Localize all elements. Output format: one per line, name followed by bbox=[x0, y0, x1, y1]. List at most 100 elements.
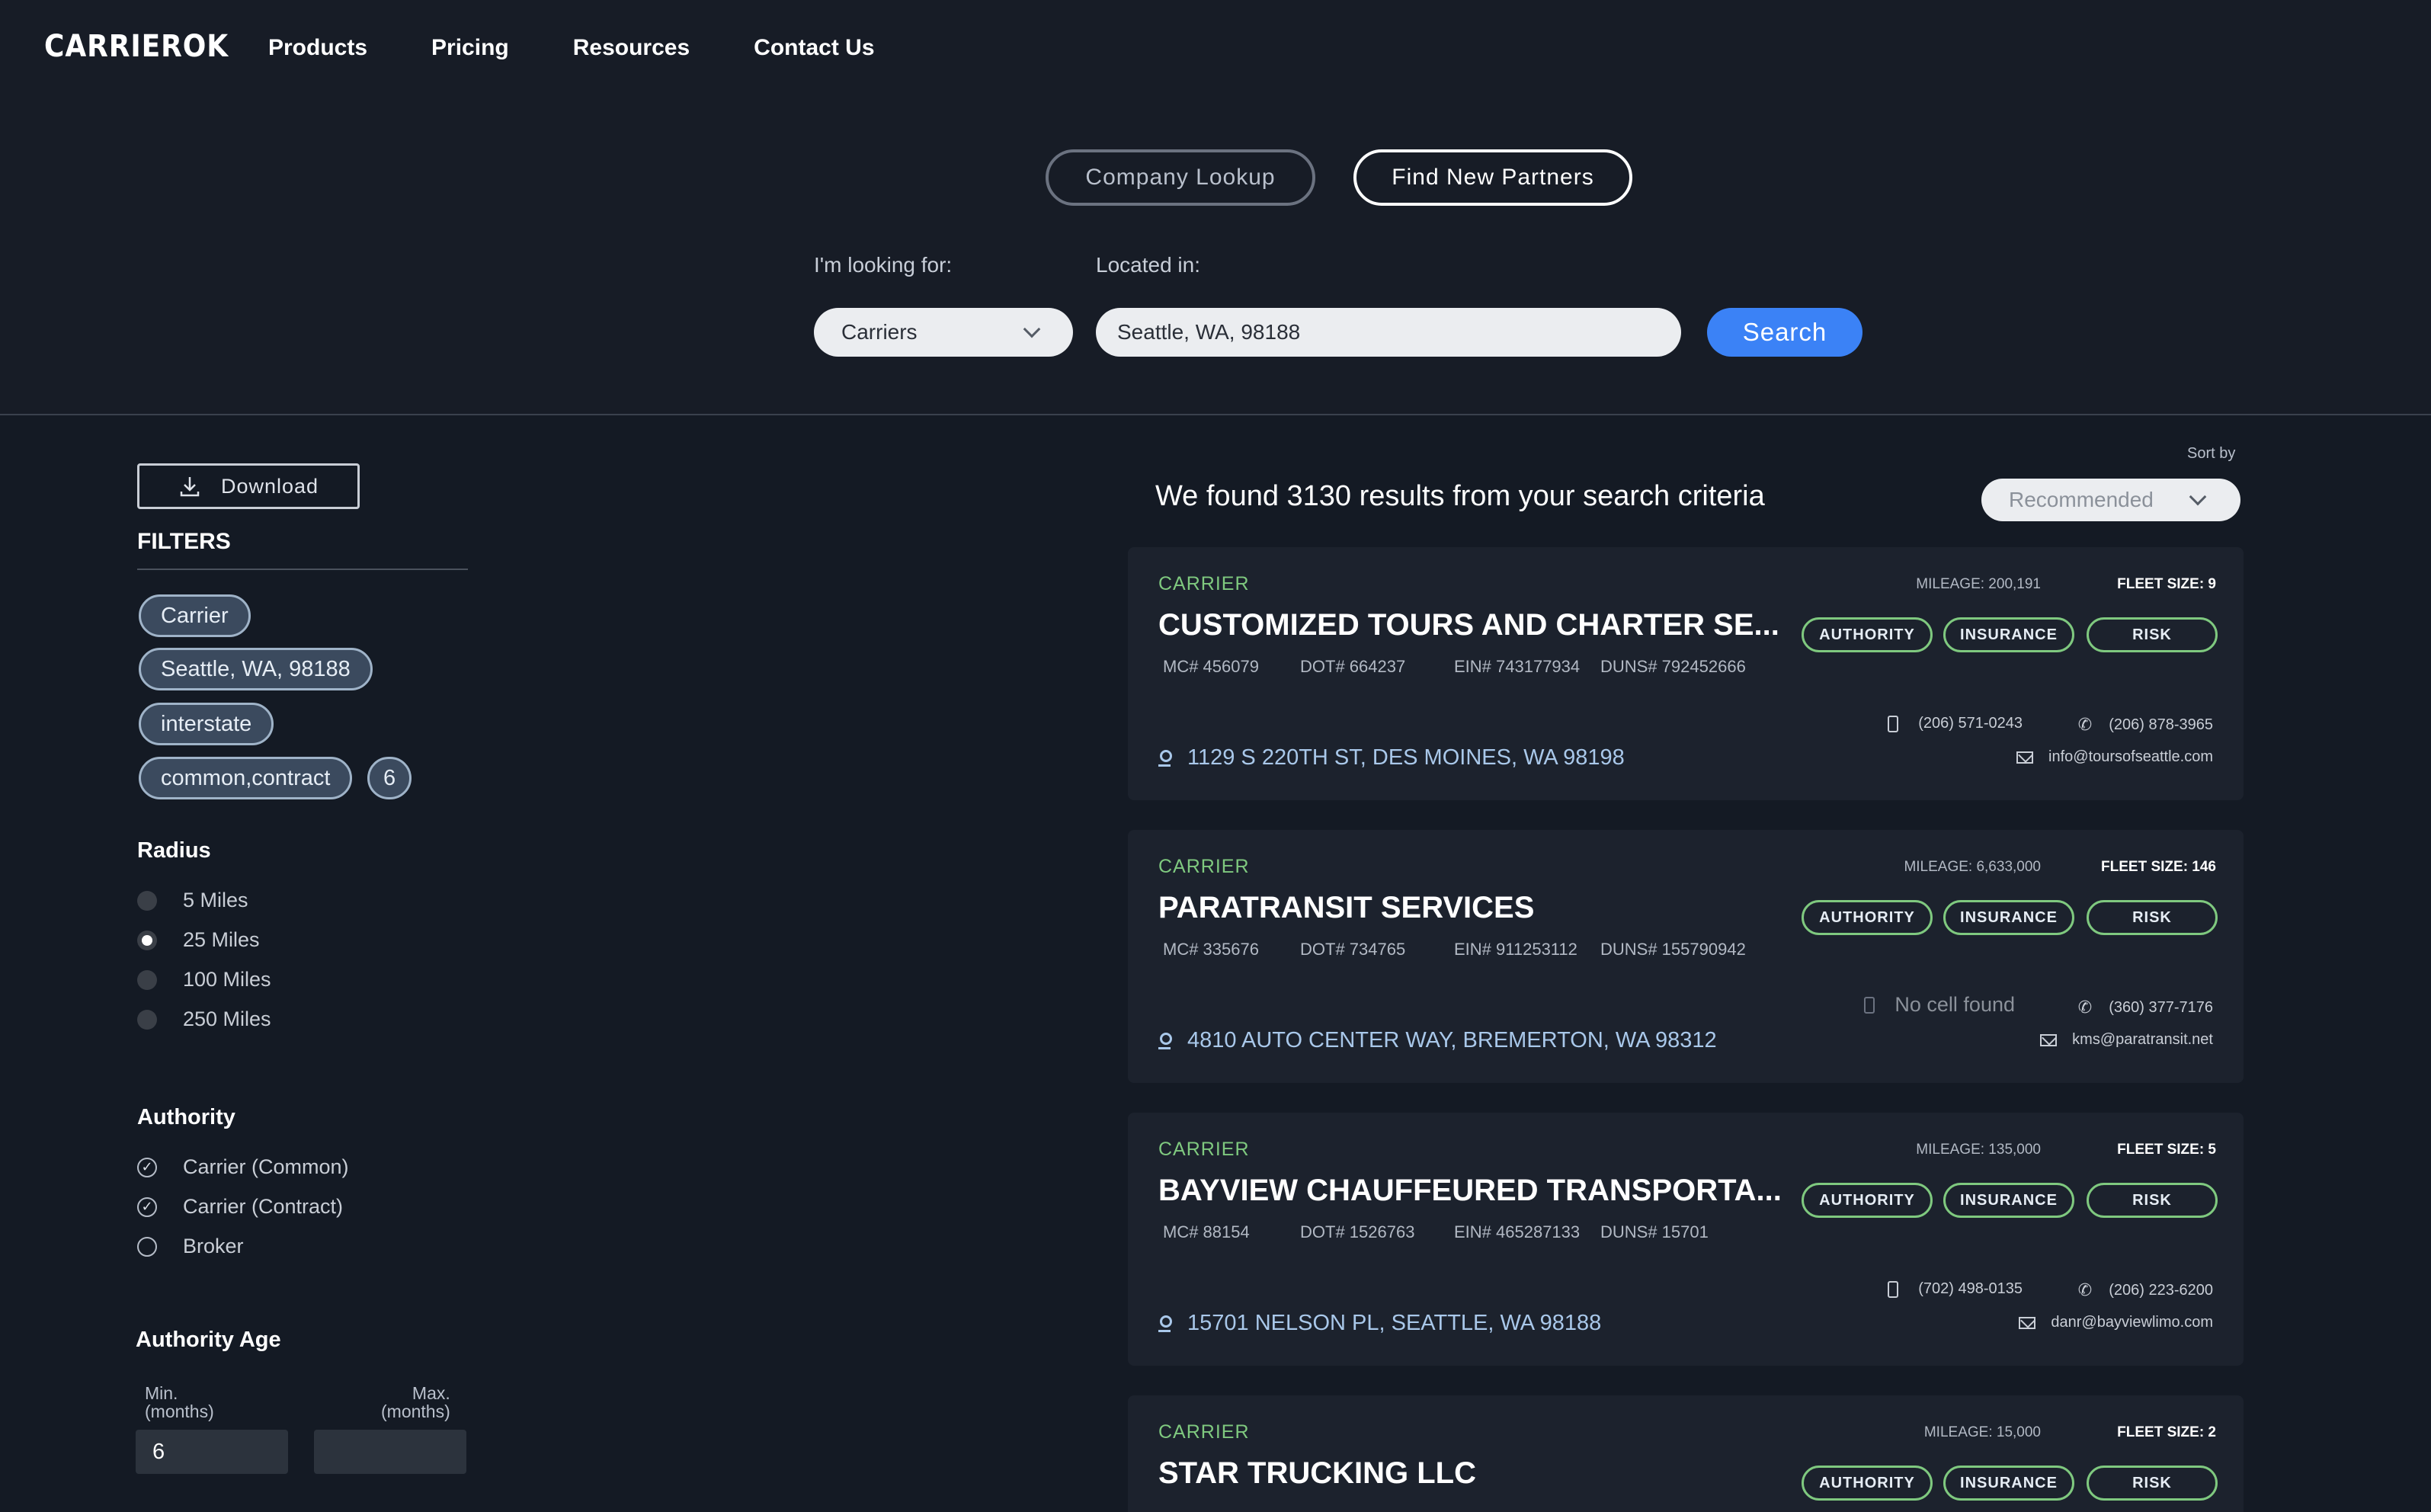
dot-number: DOT# 734765 bbox=[1300, 940, 1406, 959]
download-button[interactable]: Download bbox=[137, 463, 360, 509]
insurance-tag[interactable]: INSURANCE bbox=[1943, 617, 2074, 652]
address[interactable]: 15701 NELSON PL, SEATTLE, WA 98188 bbox=[1158, 1311, 1601, 1336]
phone-icon: ✆ bbox=[2077, 1280, 2093, 1299]
company-name[interactable]: PARATRANSIT SERVICES bbox=[1158, 891, 1534, 925]
risk-tag[interactable]: RISK bbox=[2087, 900, 2218, 935]
mileage: MILEAGE: 15,000 bbox=[1923, 1424, 2041, 1440]
radius-option-25[interactable]: 25 Miles bbox=[137, 928, 260, 952]
risk-tag[interactable]: RISK bbox=[2087, 617, 2218, 652]
authority-tag[interactable]: AUTHORITY bbox=[1802, 1466, 1933, 1501]
authority-option-broker[interactable]: Broker bbox=[137, 1235, 244, 1258]
find-new-partners-button[interactable]: Find New Partners bbox=[1353, 149, 1632, 206]
chevron-down-icon bbox=[2189, 488, 2207, 506]
result-card[interactable]: CARRIER MILEAGE: 15,000 FLEET SIZE: 2 ST… bbox=[1128, 1395, 2244, 1512]
fleet-size: FLEET SIZE: 146 bbox=[2101, 859, 2216, 875]
nav-contact-us[interactable]: Contact Us bbox=[754, 35, 874, 61]
email-address[interactable]: kms@paratransit.net bbox=[2040, 1031, 2213, 1049]
filter-chip-location[interactable]: Seattle, WA, 98188 bbox=[139, 648, 373, 690]
result-card[interactable]: CARRIER MILEAGE: 200,191 FLEET SIZE: 9 C… bbox=[1128, 547, 2244, 800]
filter-chip-carrier[interactable]: Carrier bbox=[139, 594, 251, 637]
map-pin-icon bbox=[1158, 749, 1172, 767]
filter-chip-age[interactable]: 6 bbox=[367, 757, 412, 799]
authority-option-common[interactable]: ✓ Carrier (Common) bbox=[137, 1155, 349, 1179]
result-card[interactable]: CARRIER MILEAGE: 135,000 FLEET SIZE: 5 B… bbox=[1128, 1113, 2244, 1366]
insurance-tag[interactable]: INSURANCE bbox=[1943, 1466, 2074, 1501]
company-lookup-button[interactable]: Company Lookup bbox=[1046, 149, 1315, 206]
email-address[interactable]: danr@bayviewlimo.com bbox=[2019, 1314, 2213, 1331]
filter-chip-authority[interactable]: common,contract bbox=[139, 757, 353, 799]
min-months-input[interactable] bbox=[136, 1430, 288, 1474]
nav-resources[interactable]: Resources bbox=[573, 35, 690, 61]
cell-phone-icon bbox=[1864, 996, 1875, 1014]
cell-number: No cell found bbox=[1864, 993, 2015, 1017]
mc-number: MC# 335676 bbox=[1163, 940, 1259, 959]
entity-type: CARRIER bbox=[1158, 1421, 1250, 1443]
max-months-label: Max. (months) bbox=[381, 1384, 450, 1421]
max-months-input[interactable] bbox=[314, 1430, 466, 1474]
authority-option-label: Carrier (Contract) bbox=[183, 1195, 344, 1218]
authority-option-contract[interactable]: ✓ Carrier (Contract) bbox=[137, 1195, 343, 1219]
download-label: Download bbox=[220, 474, 319, 498]
search-button[interactable]: Search bbox=[1707, 308, 1862, 357]
sort-by-label: Sort by bbox=[2187, 445, 2236, 462]
filters-title: FILTERS bbox=[137, 529, 231, 554]
fleet-size: FLEET SIZE: 5 bbox=[2117, 1142, 2216, 1158]
radius-option-5[interactable]: 5 Miles bbox=[137, 889, 248, 912]
map-pin-icon bbox=[1158, 1032, 1172, 1049]
risk-tag[interactable]: RISK bbox=[2087, 1183, 2218, 1218]
duns-number: DUNS# 15701 bbox=[1600, 1222, 1709, 1241]
address[interactable]: 1129 S 220TH ST, DES MOINES, WA 98198 bbox=[1158, 745, 1625, 770]
mail-icon bbox=[2016, 751, 2034, 764]
filters-divider bbox=[137, 569, 468, 570]
check-circle-icon: ✓ bbox=[137, 1157, 157, 1177]
main-nav: Products Pricing Resources Contact Us bbox=[268, 35, 939, 61]
email-value: danr@bayviewlimo.com bbox=[2051, 1314, 2213, 1331]
identifiers: MC# 456079 DOT# 664237 EIN# 743177934 DU… bbox=[1163, 657, 1746, 677]
mail-icon bbox=[2040, 1033, 2058, 1046]
email-value: info@toursofseattle.com bbox=[2048, 748, 2213, 765]
map-pin-icon bbox=[1158, 1315, 1172, 1332]
looking-for-value: Carriers bbox=[841, 320, 918, 344]
phone-icon: ✆ bbox=[2077, 715, 2093, 734]
radius-title: Radius bbox=[137, 838, 211, 863]
nav-products[interactable]: Products bbox=[268, 35, 367, 61]
risk-tag[interactable]: RISK bbox=[2087, 1466, 2218, 1501]
email-value: kms@paratransit.net bbox=[2072, 1031, 2213, 1048]
phone-number[interactable]: ✆ (206) 878-3965 bbox=[2078, 715, 2213, 735]
circle-icon bbox=[137, 1236, 157, 1257]
company-name[interactable]: BAYVIEW CHAUFFEURED TRANSPORTA... bbox=[1158, 1174, 1782, 1208]
chevron-down-icon bbox=[1023, 320, 1041, 338]
result-card[interactable]: CARRIER MILEAGE: 6,633,000 FLEET SIZE: 1… bbox=[1128, 830, 2244, 1083]
authority-tag[interactable]: AUTHORITY bbox=[1802, 1183, 1933, 1218]
logo[interactable]: CARRIEROK bbox=[44, 29, 229, 64]
insurance-tag[interactable]: INSURANCE bbox=[1943, 900, 2074, 935]
radius-option-label: 5 Miles bbox=[183, 889, 248, 911]
entity-type: CARRIER bbox=[1158, 856, 1250, 877]
company-name[interactable]: STAR TRUCKING LLC bbox=[1158, 1456, 1476, 1491]
cell-number: (702) 498-0135 bbox=[1888, 1280, 2023, 1298]
company-name[interactable]: CUSTOMIZED TOURS AND CHARTER SE... bbox=[1158, 608, 1779, 642]
address[interactable]: 4810 AUTO CENTER WAY, BREMERTON, WA 9831… bbox=[1158, 1028, 1717, 1053]
mileage: MILEAGE: 6,633,000 bbox=[1904, 859, 2041, 875]
phone-number[interactable]: ✆ (360) 377-7176 bbox=[2078, 998, 2213, 1017]
min-label-line: Min. bbox=[145, 1383, 178, 1403]
nav-pricing[interactable]: Pricing bbox=[431, 35, 509, 61]
authority-tag[interactable]: AUTHORITY bbox=[1802, 617, 1933, 652]
radio-icon bbox=[137, 1009, 157, 1030]
download-icon bbox=[180, 477, 200, 497]
phone-icon: ✆ bbox=[2077, 998, 2093, 1017]
authority-age-title: Authority Age bbox=[136, 1328, 281, 1352]
radius-option-250[interactable]: 250 Miles bbox=[137, 1007, 271, 1031]
duns-number: DUNS# 155790942 bbox=[1600, 940, 1746, 959]
insurance-tag[interactable]: INSURANCE bbox=[1943, 1183, 2074, 1218]
authority-tag[interactable]: AUTHORITY bbox=[1802, 900, 1933, 935]
phone-number[interactable]: ✆ (206) 223-6200 bbox=[2078, 1280, 2213, 1300]
email-address[interactable]: info@toursofseattle.com bbox=[2016, 748, 2213, 766]
location-input[interactable] bbox=[1096, 308, 1681, 357]
filter-chip-interstate[interactable]: interstate bbox=[139, 703, 274, 745]
sort-select[interactable]: Recommended bbox=[1981, 479, 2240, 521]
radio-selected-icon bbox=[137, 930, 157, 950]
looking-for-select[interactable]: Carriers bbox=[814, 308, 1073, 357]
radius-option-100[interactable]: 100 Miles bbox=[137, 968, 271, 991]
radio-icon bbox=[137, 890, 157, 911]
